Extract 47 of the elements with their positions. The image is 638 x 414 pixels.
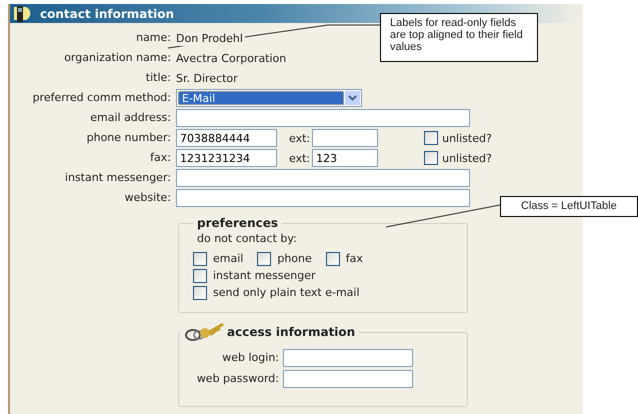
- field-label: instant messenger:: [64, 170, 171, 186]
- group-title: access information: [181, 321, 360, 343]
- field-label: fax:: [150, 150, 171, 166]
- checkbox[interactable]: [424, 151, 438, 165]
- field-label: website:: [124, 190, 171, 206]
- checkbox-label: send only plain text e-mail: [213, 285, 360, 300]
- text-field[interactable]: [176, 109, 470, 127]
- checkbox[interactable]: [257, 252, 272, 266]
- ext-field[interactable]: [312, 129, 378, 147]
- checkbox[interactable]: [424, 131, 438, 145]
- field-value: Avectra Corporation: [176, 50, 288, 66]
- field-label: phone number:: [86, 130, 171, 146]
- text-field[interactable]: [283, 370, 413, 388]
- ext-field[interactable]: 123: [312, 149, 378, 167]
- checkbox[interactable]: [193, 286, 207, 300]
- field-label: ext:: [289, 130, 310, 146]
- checkbox[interactable]: [193, 252, 207, 266]
- checkbox-label: unlisted?: [442, 150, 492, 166]
- checkbox-label: unlisted?: [442, 130, 492, 146]
- checkbox[interactable]: [326, 252, 340, 266]
- field-label: web password:: [196, 371, 279, 387]
- field-label: organization name:: [64, 50, 171, 66]
- text-field[interactable]: 1231231234: [176, 149, 277, 167]
- text-field[interactable]: [176, 189, 470, 207]
- checkbox-label: instant messenger: [213, 268, 316, 283]
- checkbox-label: fax: [346, 251, 363, 266]
- text-field[interactable]: [283, 349, 413, 367]
- checkbox-label: email: [213, 251, 244, 266]
- field-label: web login:: [222, 350, 279, 366]
- checkbox[interactable]: [193, 268, 207, 282]
- group-intro: do not contact by:: [197, 232, 298, 245]
- field-label: preferred comm method:: [32, 90, 171, 106]
- keys-icon: [185, 321, 225, 343]
- text-field[interactable]: 7038884444: [176, 129, 277, 147]
- field-label: name:: [136, 30, 171, 46]
- field-label: ext:: [289, 150, 310, 166]
- dropdown[interactable]: E-Mail: [176, 89, 362, 107]
- field-label: title:: [146, 70, 171, 86]
- field-value: Sr. Director: [176, 70, 240, 86]
- text-field[interactable]: [176, 169, 470, 187]
- chevron-down-icon[interactable]: [345, 91, 360, 105]
- group-title: preferences: [196, 216, 279, 230]
- checkbox-label: phone: [277, 251, 312, 266]
- field-label: email address:: [90, 110, 171, 126]
- field-value: Don Prodehl: [176, 30, 245, 46]
- annotation-note: Labels for read-only fields are top aligned to their field values: [380, 13, 538, 62]
- annotation-note: Class = LeftUITable: [500, 196, 638, 217]
